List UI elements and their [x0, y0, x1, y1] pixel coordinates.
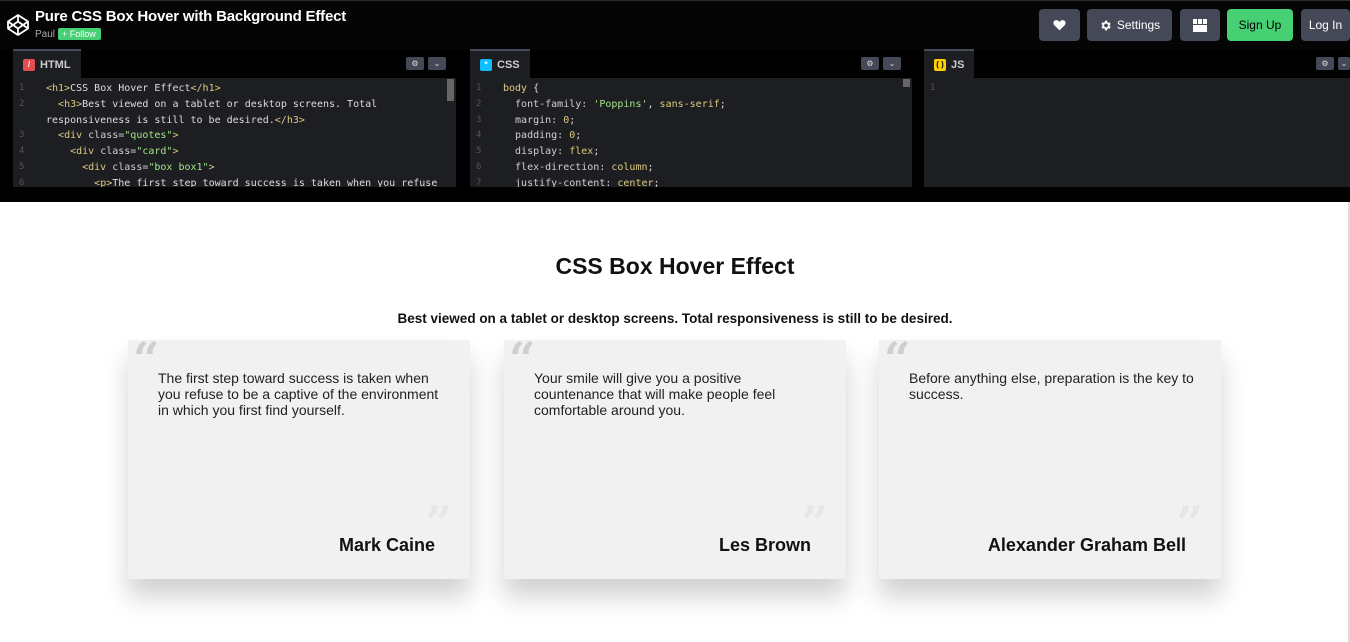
- quote-card[interactable]: “ Before anything else, preparation is t…: [879, 332, 1221, 579]
- tab-html[interactable]: / HTML: [13, 49, 81, 78]
- line-number: 2: [19, 98, 25, 109]
- html-scrollbar[interactable]: [447, 79, 454, 101]
- code-text: flex-direction: column;: [503, 161, 654, 173]
- layout-icon: [1193, 18, 1207, 32]
- css-icon: *: [480, 58, 492, 71]
- code-text: display: flex;: [503, 146, 600, 158]
- like-button[interactable]: [1039, 9, 1080, 41]
- line-number: 7: [476, 177, 482, 187]
- heart-icon: [1053, 20, 1066, 31]
- code-line[interactable]: 1 <h1>CSS Box Hover Effect</h1>: [13, 81, 456, 97]
- editor-panes: / HTML ⚙ ⌄ 1 <h1>CSS Box Hover Effect</h1…: [0, 49, 1350, 202]
- js-editor[interactable]: ( ) JS ⚙ ⌄ 1: [924, 49, 1350, 187]
- open-quote-icon: “: [884, 332, 911, 386]
- codepen-logo-icon[interactable]: [6, 13, 30, 37]
- gear-icon: [1101, 20, 1111, 30]
- tab-html-label: HTML: [40, 58, 71, 71]
- js-code[interactable]: 1: [924, 81, 1350, 97]
- js-tab-bar: ( ) JS ⚙ ⌄: [924, 49, 1350, 78]
- css-tab-bar: * CSS ⚙ ⌄: [470, 49, 912, 78]
- css-settings-gear-icon[interactable]: ⚙: [861, 57, 879, 70]
- code-text: justify-content: center;: [503, 177, 660, 187]
- html-code[interactable]: 1 <h1>CSS Box Hover Effect</h1> 2 <h3>Best…: [13, 81, 456, 187]
- quote-text: The first step toward success is taken w…: [158, 370, 439, 418]
- quote-text: Your smile will give you a positive coun…: [534, 370, 776, 418]
- code-line[interactable]: 5 display: flex;: [470, 144, 912, 160]
- html-editor[interactable]: / HTML ⚙ ⌄ 1 <h1>CSS Box Hover Effect</h1…: [13, 49, 456, 187]
- tab-js[interactable]: ( ) JS: [924, 49, 975, 78]
- js-settings-gear-icon[interactable]: ⚙: [1316, 57, 1334, 70]
- line-number: 6: [19, 177, 25, 187]
- quote-author: Alexander Graham Bell: [987, 535, 1186, 555]
- follow-button[interactable]: + Follow: [58, 28, 101, 40]
- settings-label: Settings: [1116, 18, 1161, 32]
- js-collapse-chevron-icon[interactable]: ⌄: [1338, 57, 1350, 70]
- quote-card[interactable]: “ The first step toward success is taken…: [128, 332, 470, 579]
- code-text: <div class="box box1">: [82, 161, 215, 173]
- code-line[interactable]: 3 <div class="quotes">: [13, 128, 456, 144]
- line-number: 1: [930, 83, 936, 93]
- code-line[interactable]: 2 font-family: 'Poppins', sans-serif;: [470, 97, 912, 113]
- page-title: CSS Box Hover Effect: [555, 253, 795, 279]
- css-editor[interactable]: * CSS ⚙ ⌄ 1 body { 2 font-family: 'Poppins…: [470, 49, 912, 187]
- log-in-button[interactable]: Log In: [1301, 9, 1350, 41]
- code-text: margin: 0;: [503, 114, 576, 126]
- code-line[interactable]: 7 justify-content: center;: [470, 176, 912, 187]
- page-subtitle: Best viewed on a tablet or desktop scree…: [397, 311, 953, 326]
- code-text: padding: 0;: [503, 130, 582, 142]
- change-view-button[interactable]: [1180, 9, 1220, 41]
- quote-text: Before anything else, preparation is the…: [909, 370, 1194, 402]
- settings-button[interactable]: Settings: [1087, 9, 1172, 41]
- code-line[interactable]: 3 margin: 0;: [470, 113, 912, 129]
- open-quote-icon: “: [133, 332, 160, 386]
- code-text: <p>The first step toward success is take…: [94, 177, 438, 187]
- js-icon: ( ): [934, 58, 946, 71]
- code-text: body {: [503, 83, 540, 94]
- html-icon: /: [23, 58, 35, 71]
- pen-title: Pure CSS Box Hover with Background Effec…: [35, 8, 347, 25]
- code-line[interactable]: responsiveness is still to be desired.</…: [13, 113, 456, 129]
- line-number: 5: [476, 146, 482, 157]
- code-text: <div class="quotes">: [58, 130, 179, 142]
- code-line[interactable]: 4 <div class="card">: [13, 144, 456, 160]
- line-number: 2: [476, 98, 482, 109]
- code-line[interactable]: 1 body {: [470, 81, 912, 97]
- tab-js-label: JS: [951, 58, 965, 71]
- author-name[interactable]: Paul: [35, 29, 55, 40]
- code-text: <div class="card">: [70, 146, 179, 158]
- code-line[interactable]: 5 <div class="box box1">: [13, 160, 456, 176]
- code-line[interactable]: 4 padding: 0;: [470, 128, 912, 144]
- html-collapse-chevron-icon[interactable]: ⌄: [428, 57, 446, 70]
- top-bar: Pure CSS Box Hover with Background Effec…: [0, 0, 1350, 49]
- css-collapse-chevron-icon[interactable]: ⌄: [883, 57, 901, 70]
- code-text: <h1>CSS Box Hover Effect</h1>: [46, 83, 221, 94]
- open-quote-icon: “: [509, 332, 536, 386]
- preview-pane: CSS Box Hover Effect Best viewed on a ta…: [0, 202, 1350, 642]
- line-number: 4: [476, 130, 482, 141]
- code-line[interactable]: 6 flex-direction: column;: [470, 160, 912, 176]
- line-number: 3: [476, 114, 482, 125]
- code-text: <h3>Best viewed on a tablet or desktop s…: [58, 98, 378, 110]
- sign-up-button[interactable]: Sign Up: [1227, 9, 1293, 41]
- html-settings-gear-icon[interactable]: ⚙: [406, 57, 424, 70]
- tab-css[interactable]: * CSS: [470, 49, 530, 78]
- html-tab-bar: / HTML ⚙ ⌄: [13, 49, 456, 78]
- css-scrollbar[interactable]: [903, 79, 910, 87]
- code-line[interactable]: 1: [924, 81, 1350, 97]
- line-number: 1: [19, 83, 25, 93]
- line-number: 1: [476, 83, 482, 93]
- code-line[interactable]: 6 <p>The first step toward success is ta…: [13, 176, 456, 187]
- line-number: 5: [19, 161, 25, 172]
- quote-card[interactable]: “ Your smile will give you a positive co…: [504, 332, 846, 579]
- css-code[interactable]: 1 body { 2 font-family: 'Poppins', sans-se…: [470, 81, 912, 187]
- tab-css-label: CSS: [497, 58, 520, 71]
- code-text: responsiveness is still to be desired.</…: [46, 114, 305, 126]
- line-number: 4: [19, 146, 25, 157]
- quote-author: Mark Caine: [338, 535, 435, 555]
- line-number: 3: [19, 130, 25, 141]
- line-number: 6: [476, 161, 482, 172]
- code-text: font-family: 'Poppins', sans-serif;: [503, 98, 726, 110]
- code-line[interactable]: 2 <h3>Best viewed on a tablet or desktop…: [13, 97, 456, 113]
- quote-author: Les Brown: [718, 535, 811, 555]
